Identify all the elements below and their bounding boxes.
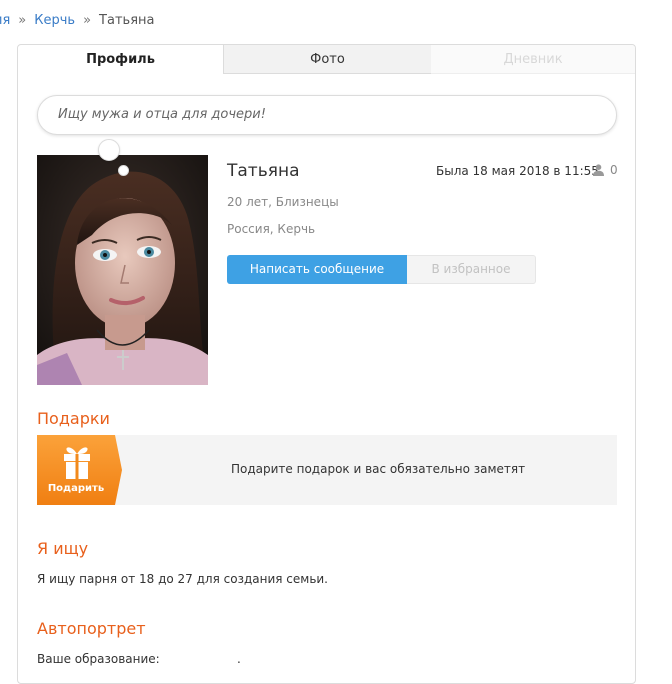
education-value: . [237, 652, 241, 666]
user-icon [593, 164, 604, 176]
profile-card: Профиль Фото Дневник Ищу мужа и отца для… [17, 44, 636, 684]
breadcrumb-item-city[interactable]: Керчь [34, 13, 75, 28]
breadcrumb-item-current: Татьяна [99, 13, 155, 28]
tab-diary[interactable]: Дневник [431, 45, 635, 74]
gifts-panel: Подарить Подарите подарок и вас обязател… [37, 435, 617, 505]
age-and-zodiac: 20 лет, Близнецы [227, 195, 339, 209]
gifts-section-title: Подарки [37, 409, 110, 428]
profile-location: Россия, Керчь [227, 222, 316, 236]
visits-counter: 0 [593, 163, 618, 177]
self-portrait-section-title: Автопортрет [37, 619, 146, 638]
give-gift-button[interactable]: Подарить [37, 435, 122, 505]
breadcrumb-separator: » [83, 13, 92, 28]
profile-name: Татьяна [227, 161, 300, 181]
tab-photo[interactable]: Фото [223, 45, 431, 74]
visits-count: 0 [610, 163, 618, 177]
breadcrumb-separator: » [18, 13, 27, 28]
breadcrumb-item-region[interactable]: ия [0, 13, 10, 28]
seeking-text: Я ищу парня от 18 до 27 для создания сем… [37, 572, 328, 586]
breadcrumb: ия » Керчь » Татьяна [0, 13, 154, 31]
give-gift-label: Подарить [47, 483, 105, 494]
gift-prompt: Подарите подарок и вас обязательно замет… [231, 462, 526, 476]
send-message-button[interactable]: Написать сообщение [227, 255, 407, 284]
tab-profile[interactable]: Профиль [18, 45, 223, 74]
last-seen: Была 18 мая 2018 в 11:55 [436, 164, 599, 178]
add-to-favorites-button[interactable]: В избранное [407, 255, 536, 284]
profile-tabs: Профиль Фото Дневник [18, 45, 635, 74]
education-label: Ваше образование: [37, 652, 160, 666]
profile-photo[interactable] [37, 155, 208, 385]
status-bubble: Ищу мужа и отца для дочери! [37, 95, 617, 135]
bubble-tail-dot-small [118, 165, 129, 176]
bubble-tail-dot [98, 139, 120, 161]
seeking-section-title: Я ищу [37, 539, 89, 558]
